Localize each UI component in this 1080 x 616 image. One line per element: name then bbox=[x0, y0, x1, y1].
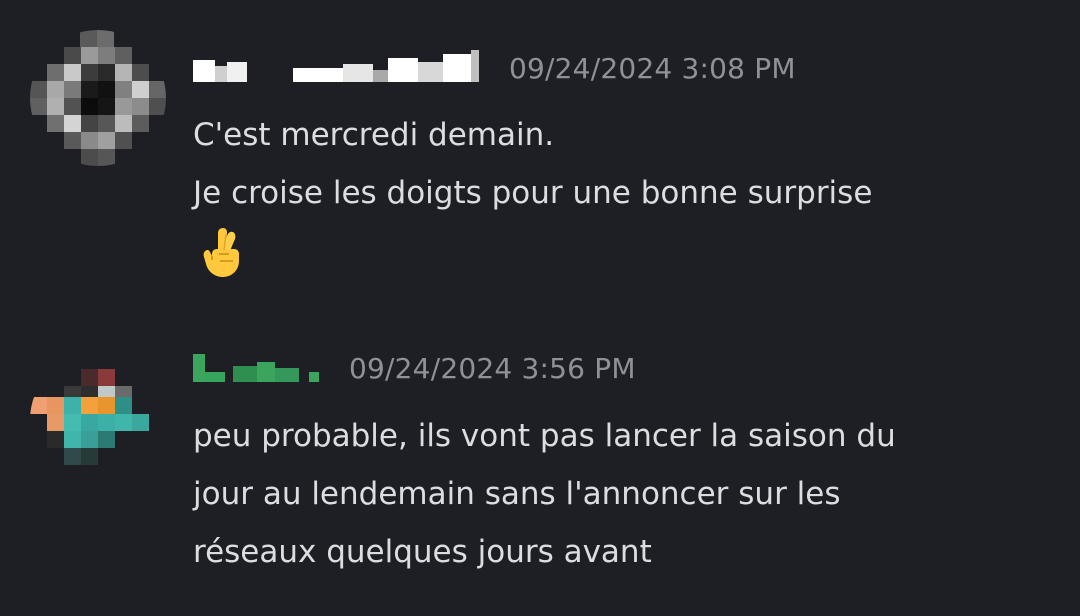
message-line: Je croise les doigts pour une bonne surp… bbox=[193, 175, 873, 211]
timestamp: 09/24/2024 3:08 PM bbox=[509, 51, 796, 85]
message-content: C'est mercredi demain. Je croise les doi… bbox=[193, 106, 1053, 280]
message-header: 09/24/2024 3:56 PM bbox=[193, 348, 636, 388]
message: 09/24/2024 3:08 PM C'est mercredi demain… bbox=[0, 30, 1080, 300]
message-line: peu probable, ils vont pas lancer la sai… bbox=[193, 418, 896, 454]
avatar[interactable] bbox=[30, 30, 166, 166]
timestamp: 09/24/2024 3:56 PM bbox=[349, 351, 636, 385]
message-line: C'est mercredi demain. bbox=[193, 117, 555, 153]
chat-log: 09/24/2024 3:08 PM C'est mercredi demain… bbox=[0, 0, 1080, 616]
username-redacted[interactable] bbox=[193, 350, 325, 386]
crossed-fingers-icon[interactable] bbox=[193, 224, 249, 280]
username-redacted[interactable] bbox=[193, 50, 485, 86]
message-content: peu probable, ils vont pas lancer la sai… bbox=[193, 407, 1053, 581]
message-line: réseaux quelques jours avant bbox=[193, 534, 652, 570]
avatar[interactable] bbox=[30, 352, 166, 488]
message-header: 09/24/2024 3:08 PM bbox=[193, 48, 796, 88]
message: 09/24/2024 3:56 PM peu probable, ils von… bbox=[0, 350, 1080, 590]
message-line: jour au lendemain sans l'annoncer sur le… bbox=[193, 476, 841, 512]
